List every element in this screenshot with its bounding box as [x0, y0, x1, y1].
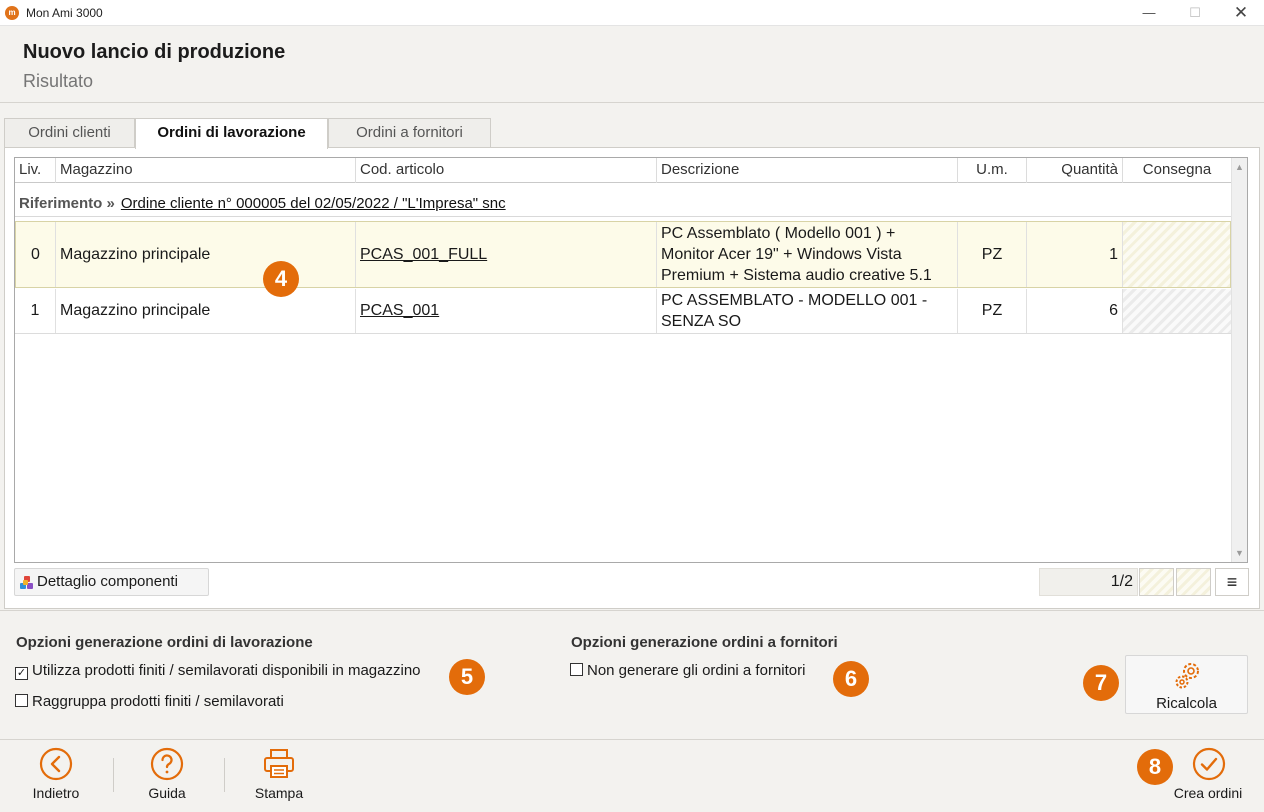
components-icon [20, 576, 33, 589]
pager-field-2[interactable] [1176, 568, 1211, 596]
item-code-link[interactable]: PCAS_001 [360, 302, 439, 320]
maximize-button[interactable]: ☐ [1172, 0, 1218, 26]
callout-badge-8: 8 [1137, 749, 1173, 785]
tab-ordini-fornitori[interactable]: Ordini a fornitori [328, 118, 491, 148]
cell-consegna[interactable] [1123, 289, 1231, 333]
page-indicator: 1/2 [1039, 568, 1138, 596]
cell-um: PZ [958, 222, 1027, 287]
pager-field-1[interactable] [1139, 568, 1174, 596]
use-available-stock-label: Utilizza prodotti finiti / semilavorati … [32, 662, 421, 679]
back-label: Indietro [32, 785, 80, 801]
cell-consegna[interactable] [1123, 222, 1230, 287]
tab-ordini-lavorazione[interactable]: Ordini di lavorazione [135, 118, 328, 149]
minimize-button[interactable]: — [1126, 0, 1172, 26]
reference-link[interactable]: Ordine cliente n° 000005 del 02/05/2022 … [121, 195, 506, 212]
footer-divider [0, 739, 1264, 740]
window-title: Mon Ami 3000 [26, 6, 103, 20]
check-circle-icon [1192, 747, 1226, 781]
cell-quantita: 6 [1027, 289, 1123, 333]
detail-components-label: Dettaglio componenti [37, 573, 178, 590]
skip-supplier-orders-checkbox[interactable]: Non generare gli ordini a fornitori [570, 662, 805, 679]
cell-descrizione: PC ASSEMBLATO - MODELLO 001 - SENZA SO [657, 289, 958, 333]
column-header-descrizione[interactable]: Descrizione [657, 158, 958, 183]
orders-grid[interactable]: Liv. Magazzino Cod. articolo Descrizione… [14, 157, 1248, 563]
column-header-magazzino[interactable]: Magazzino [56, 158, 356, 183]
cell-quantita: 1 [1027, 222, 1123, 287]
column-header-um[interactable]: U.m. [958, 158, 1027, 183]
use-available-stock-checkbox[interactable]: ✓ Utilizza prodotti finiti / semilavorati… [15, 662, 421, 680]
app-logo-icon: m [5, 6, 19, 20]
footer-separator [113, 758, 114, 792]
gears-icon [1175, 663, 1199, 689]
help-label: Guida [148, 785, 186, 801]
skip-supplier-orders-label: Non generare gli ordini a fornitori [587, 662, 806, 679]
description-line: SENZA SO [661, 313, 742, 330]
cell-liv: 0 [16, 222, 56, 287]
close-button[interactable]: ✕ [1218, 0, 1264, 26]
column-header-consegna[interactable]: Consegna [1123, 158, 1231, 183]
table-row[interactable]: 1 Magazzino principale PCAS_001 PC ASSEM… [15, 289, 1231, 334]
options-divider [0, 610, 1264, 611]
description-line: PC Assemblato ( Modello 001 ) + [661, 225, 896, 242]
table-row[interactable]: 0 Magazzino principale PCAS_001_FULL PC … [15, 221, 1231, 288]
header-divider [0, 102, 1264, 103]
description-line: PC ASSEMBLATO - MODELLO 001 - [661, 292, 928, 309]
column-header-quantita[interactable]: Quantità [1027, 158, 1123, 183]
checkbox-unchecked-icon[interactable] [570, 663, 583, 676]
callout-badge-7: 7 [1083, 665, 1119, 701]
callout-badge-6: 6 [833, 661, 869, 697]
scroll-down-icon[interactable]: ▼ [1235, 548, 1244, 558]
scroll-up-icon[interactable]: ▲ [1235, 162, 1244, 172]
page-subtitle: Risultato [23, 71, 94, 91]
printer-icon [264, 749, 294, 778]
cell-descrizione: PC Assemblato ( Modello 001 ) + Monitor … [657, 222, 958, 287]
column-header-codice[interactable]: Cod. articolo [356, 158, 657, 183]
detail-components-button[interactable]: Dettaglio componenti [14, 568, 209, 596]
help-icon [150, 747, 184, 781]
tab-ordini-clienti[interactable]: Ordini clienti [4, 118, 135, 148]
callout-badge-5: 5 [449, 659, 485, 695]
options-fornitori-title: Opzioni generazione ordini a fornitori [571, 634, 838, 651]
cell-liv: 1 [15, 289, 56, 333]
grid-header: Liv. Magazzino Cod. articolo Descrizione… [15, 158, 1231, 183]
grid-scrollbar[interactable]: ▲ ▼ [1231, 158, 1247, 562]
grid-menu-button[interactable]: ≡ [1215, 568, 1249, 596]
create-orders-label: Crea ordini [1173, 785, 1243, 801]
page-header: Nuovo lancio di produzione Risultato [0, 26, 1264, 102]
recalculate-button[interactable]: Ricalcola [1125, 655, 1248, 714]
cell-magazzino: Magazzino principale [56, 222, 356, 287]
callout-badge-4: 4 [263, 261, 299, 297]
print-label: Stampa [254, 785, 304, 801]
checkbox-unchecked-icon[interactable] [15, 694, 28, 707]
column-header-liv[interactable]: Liv. [15, 158, 56, 183]
cell-codice[interactable]: PCAS_001 [356, 289, 657, 333]
window-titlebar: m Mon Ami 3000 — ☐ ✕ [0, 0, 1264, 26]
description-line: Premium + Sistema audio creative 5.1 [661, 267, 932, 284]
item-code-link[interactable]: PCAS_001_FULL [360, 246, 487, 264]
recalculate-label: Ricalcola [1156, 695, 1217, 712]
description-line: Monitor Acer 19" + Windows Vista [661, 246, 902, 263]
options-lavorazione-title: Opzioni generazione ordini di lavorazion… [16, 634, 313, 651]
group-products-label: Raggruppa prodotti finiti / semilavorati [32, 693, 284, 710]
cell-magazzino: Magazzino principale [56, 289, 356, 333]
checkbox-checked-icon[interactable]: ✓ [15, 667, 28, 680]
page-title: Nuovo lancio di produzione [23, 41, 286, 63]
cell-codice[interactable]: PCAS_001_FULL [356, 222, 657, 287]
cell-um: PZ [958, 289, 1027, 333]
footer-separator [224, 758, 225, 792]
group-products-checkbox[interactable]: Raggruppa prodotti finiti / semilavorati [15, 693, 284, 710]
back-arrow-icon [39, 747, 73, 781]
reference-row: Riferimento » Ordine cliente n° 000005 de… [15, 191, 1231, 217]
reference-label: Riferimento » [19, 195, 115, 212]
